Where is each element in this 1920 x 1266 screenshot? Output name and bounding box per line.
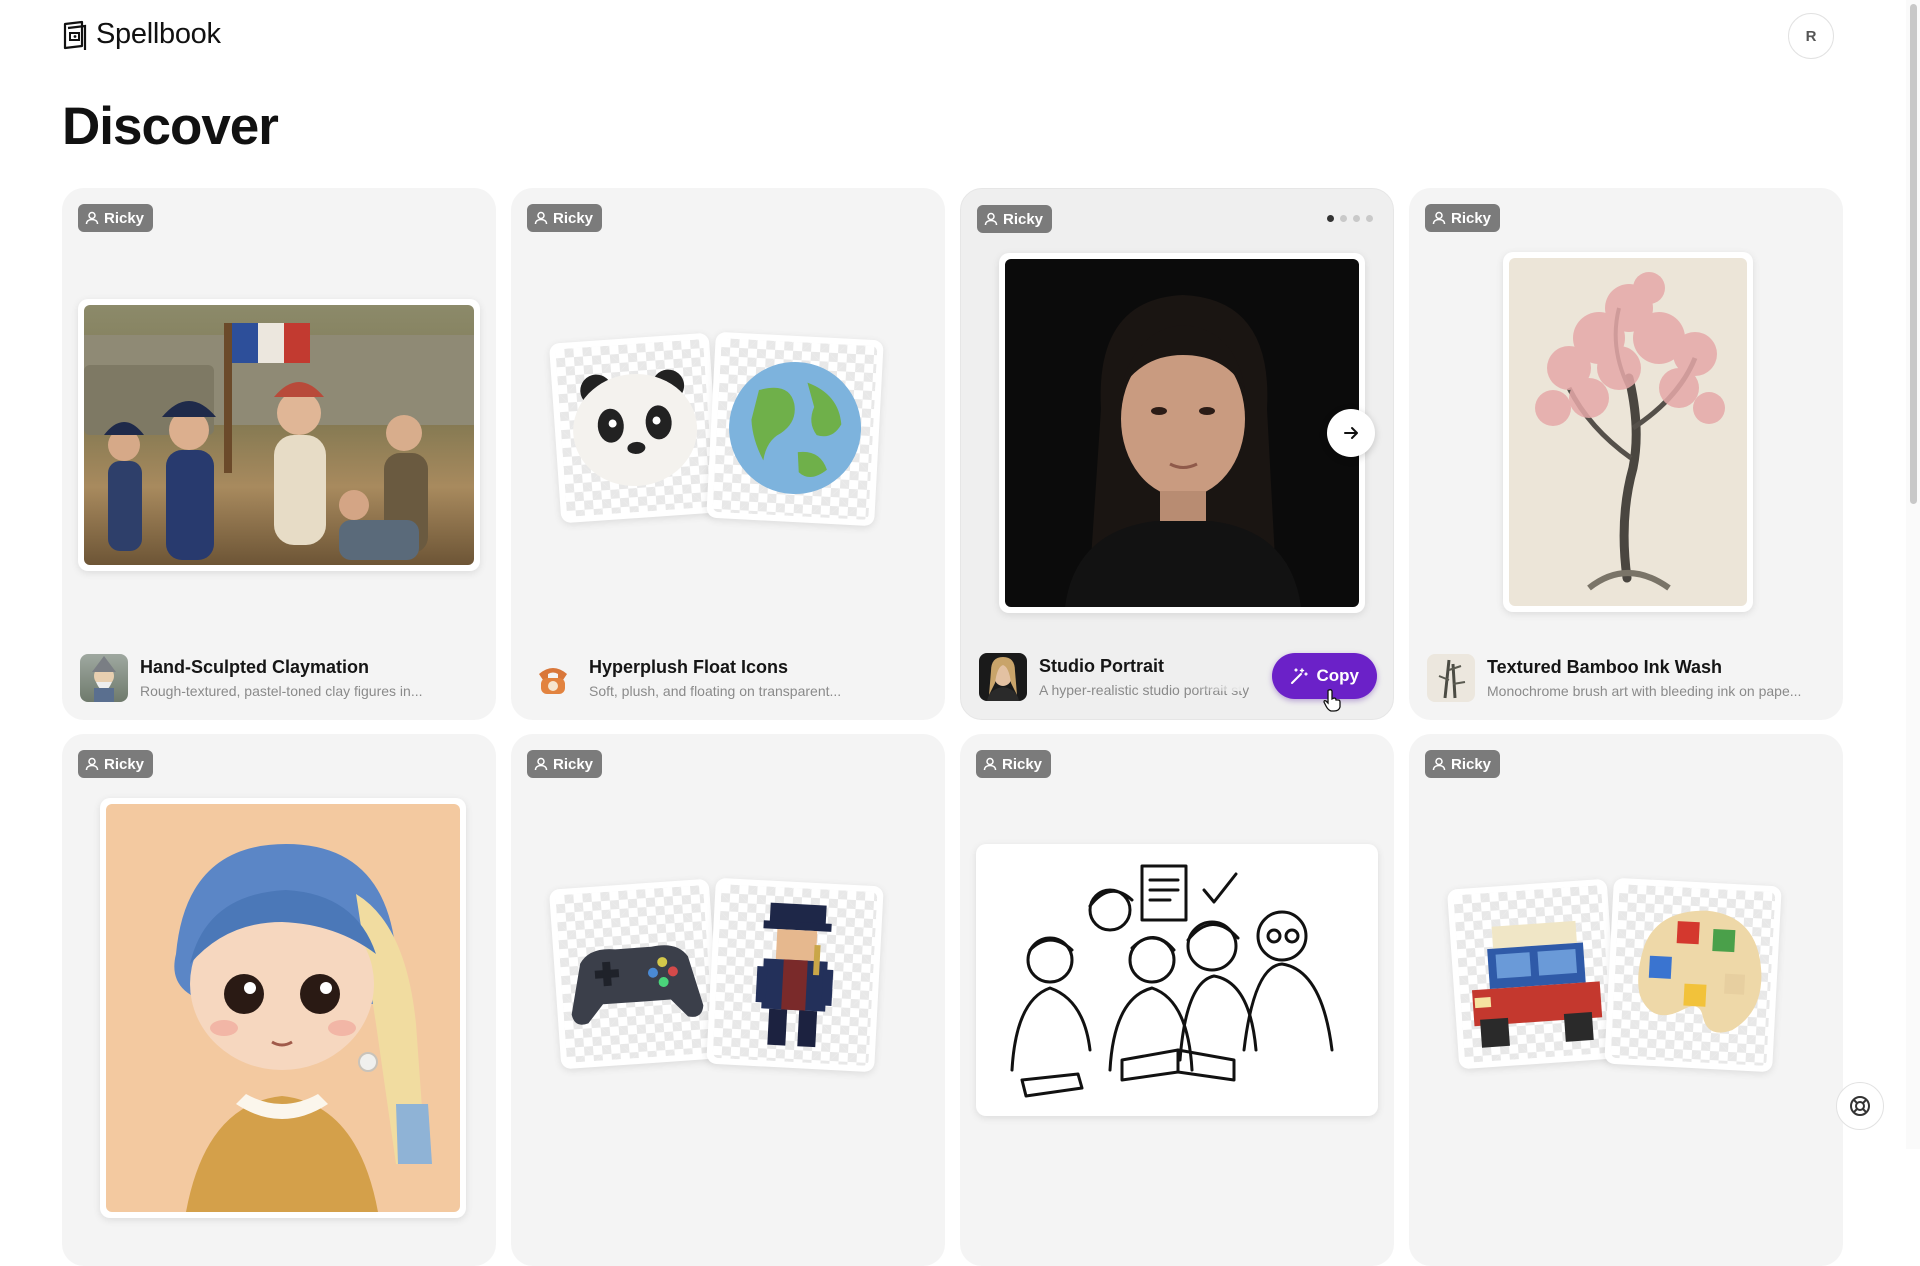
style-card-row2-4[interactable]: Ricky: [1409, 734, 1843, 1266]
carousel-next-button[interactable]: [1327, 409, 1375, 457]
page-title: Discover: [62, 97, 279, 156]
user-icon: [534, 211, 548, 225]
user-icon: [85, 757, 99, 771]
style-thumbnail: [529, 654, 577, 702]
style-description: Rough-textured, pastel-toned clay figure…: [140, 683, 423, 699]
style-title: Hyperplush Float Icons: [589, 657, 789, 677]
style-thumbnail: [979, 653, 1027, 701]
author-badge[interactable]: Ricky: [1425, 204, 1501, 232]
user-icon: [534, 757, 548, 771]
mouse-cursor: [1323, 688, 1343, 717]
style-card-hyperplush[interactable]: Ricky Hyperplush Float Icons Soft, plush…: [511, 188, 945, 720]
user-icon: [984, 212, 998, 226]
carousel-dot[interactable]: [1327, 215, 1334, 222]
user-icon: [85, 211, 99, 225]
magic-wand-icon: [1290, 668, 1308, 684]
user-icon: [1432, 757, 1446, 771]
preview-image: [100, 798, 466, 1218]
user-icon: [1432, 211, 1446, 225]
style-card-studio-portrait[interactable]: Ricky Studio Portrait A hyper-realistic …: [960, 188, 1394, 720]
carousel-indicator[interactable]: [1327, 215, 1373, 222]
preview-image-car: [1446, 878, 1620, 1070]
preview-image-controller: [548, 878, 722, 1070]
carousel-dot[interactable]: [1366, 215, 1373, 222]
author-badge[interactable]: Ricky: [976, 750, 1052, 778]
preview-image-palette: [1604, 877, 1782, 1073]
carousel-dot[interactable]: [1353, 215, 1360, 222]
preview-image: [999, 253, 1365, 613]
hand-pointer-icon: [1323, 689, 1341, 712]
brand[interactable]: Spellbook: [62, 18, 221, 51]
preview-image: [976, 844, 1378, 1116]
preview-image: [78, 299, 480, 571]
card-footer: Hyperplush Float Icons Soft, plush, and …: [529, 654, 927, 702]
author-badge[interactable]: Ricky: [977, 205, 1053, 233]
help-button[interactable]: [1836, 1082, 1884, 1130]
author-badge[interactable]: Ricky: [78, 750, 154, 778]
preview-image-panda: [548, 332, 722, 524]
preview-image-globe: [706, 331, 884, 527]
style-title: Hand-Sculpted Claymation: [140, 657, 370, 677]
author-badge[interactable]: Ricky: [1425, 750, 1501, 778]
card-footer: Hand-Sculpted Claymation Rough-textured,…: [80, 654, 478, 702]
arrow-right-icon: [1344, 427, 1358, 439]
preview-image: [1503, 252, 1753, 612]
user-icon: [983, 757, 997, 771]
brand-name: Spellbook: [96, 18, 221, 50]
top-bar: Spellbook R: [0, 0, 1920, 72]
scrollbar-thumb[interactable]: [1910, 4, 1917, 504]
style-card-bamboo-ink[interactable]: Ricky Textured Bamboo Ink Wash Monochrom…: [1409, 188, 1843, 720]
lifebuoy-icon: [1850, 1096, 1870, 1116]
author-badge[interactable]: Ricky: [78, 204, 154, 232]
style-description: Monochrome brush art with bleeding ink o…: [1487, 683, 1802, 699]
style-thumbnail: [1427, 654, 1475, 702]
author-badge[interactable]: Ricky: [527, 750, 603, 778]
style-card-claymation[interactable]: Ricky Hand-Sculpted Claymation Rough-tex…: [62, 188, 496, 720]
card-footer: Textured Bamboo Ink Wash Monochrome brus…: [1427, 654, 1825, 702]
style-thumbnail: [80, 654, 128, 702]
book-logo-icon: [63, 20, 87, 50]
preview-image-character: [706, 877, 884, 1073]
user-avatar[interactable]: R: [1788, 13, 1834, 59]
style-description: Soft, plush, and floating on transparent…: [589, 683, 842, 699]
author-badge[interactable]: Ricky: [527, 204, 603, 232]
carousel-dot[interactable]: [1340, 215, 1347, 222]
style-card-row2-3[interactable]: Ricky: [960, 734, 1394, 1266]
style-title: Textured Bamboo Ink Wash: [1487, 657, 1723, 677]
style-card-row2-2[interactable]: Ricky: [511, 734, 945, 1266]
style-card-row2-1[interactable]: Ricky: [62, 734, 496, 1266]
page-scrollbar[interactable]: [1906, 0, 1920, 1149]
